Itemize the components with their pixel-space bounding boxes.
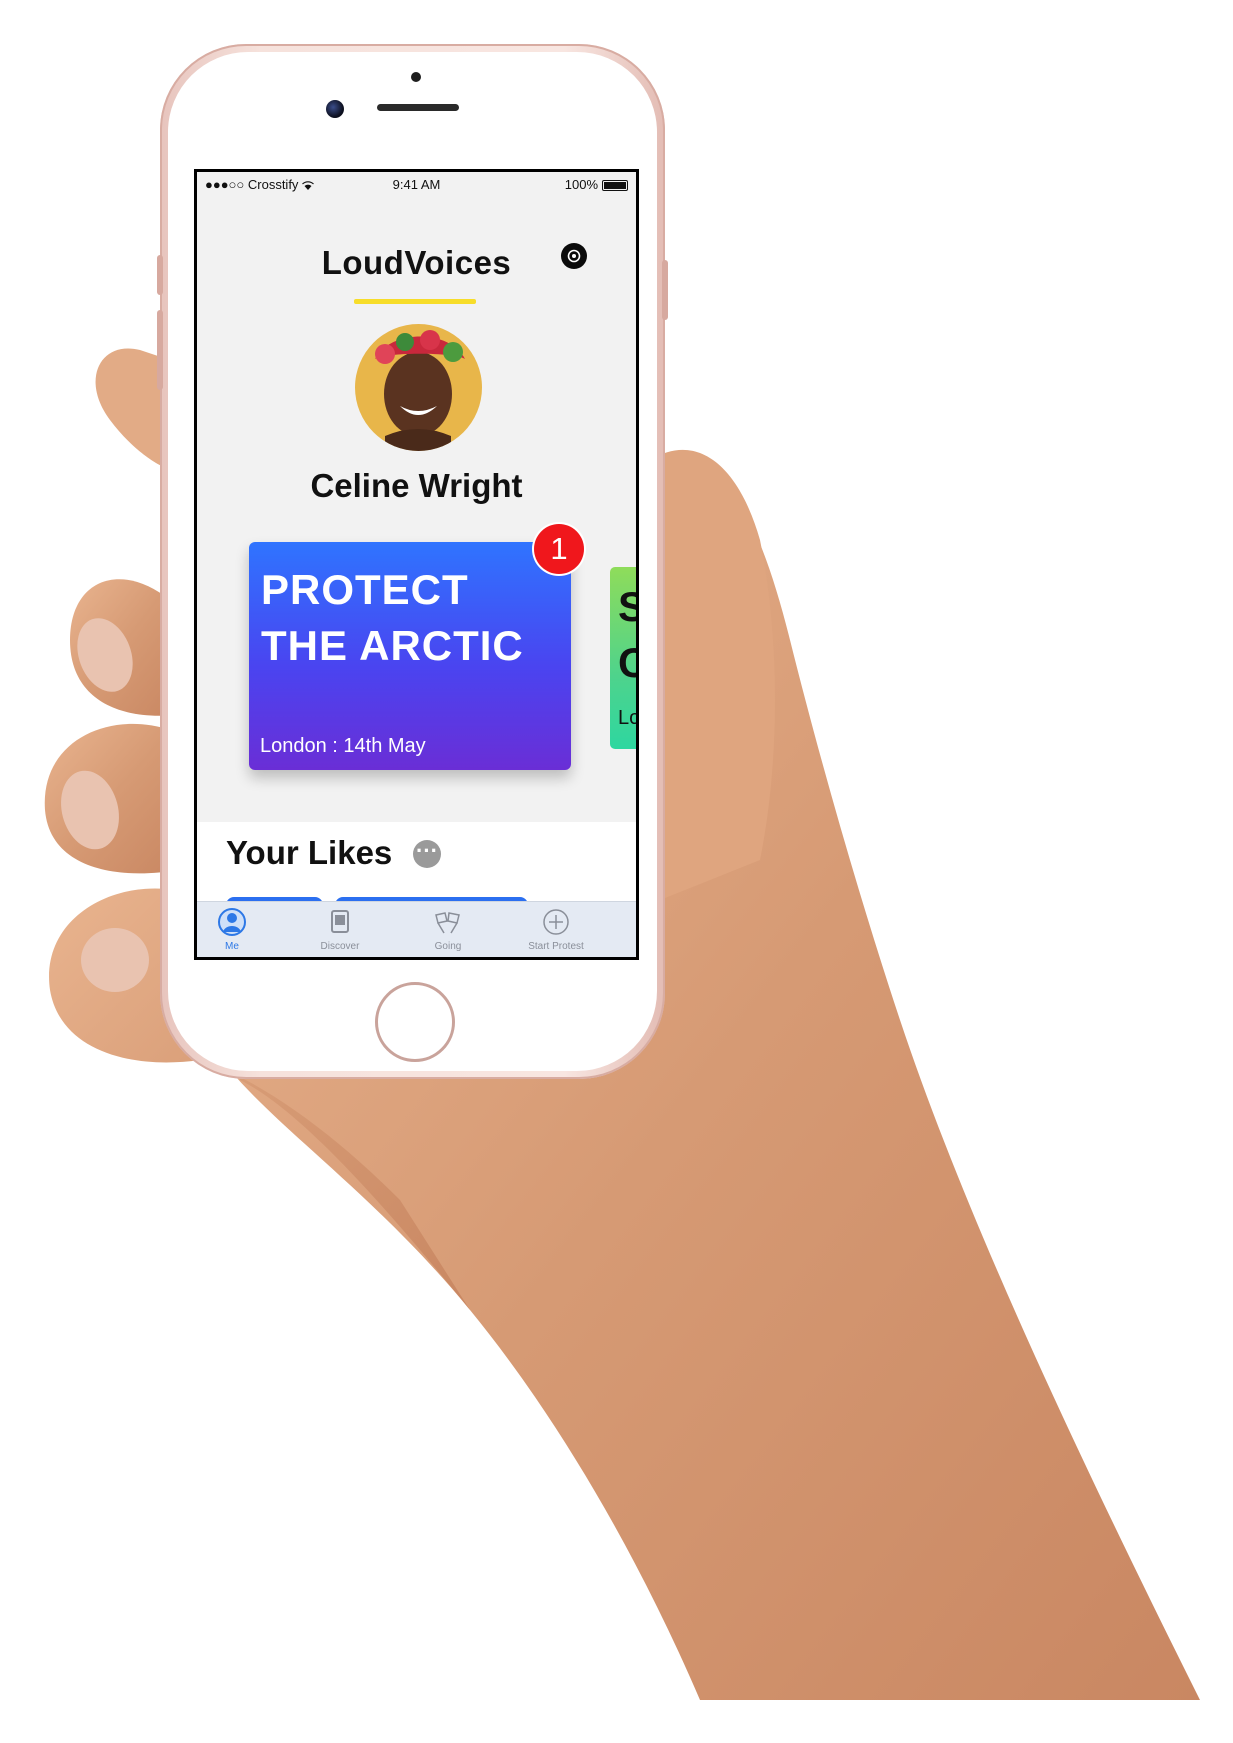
event-card-protect-the-arctic[interactable]: PROTECT THE ARCTIC London : 14th May — [249, 542, 571, 770]
title-underline — [354, 299, 476, 304]
phone-side-button — [662, 260, 668, 320]
front-camera-icon — [326, 100, 344, 118]
battery-icon — [602, 180, 628, 191]
tab-label: Me — [225, 941, 239, 952]
home-button[interactable] — [375, 982, 455, 1062]
event-location-date: London : 14th May — [260, 735, 426, 757]
app-screen: ●●●○○ Crosstify 9:41 AM 100% LoudVoices … — [194, 169, 639, 960]
tab-label: Start Protest — [528, 941, 584, 952]
phone-side-button — [157, 310, 163, 390]
tab-start-protest[interactable]: Start Protest — [501, 902, 611, 957]
person-icon — [218, 908, 246, 936]
tab-label: Going — [434, 941, 462, 952]
tab-going[interactable]: Going — [393, 902, 503, 957]
tab-bar: Me Discover Going Start Protest — [197, 901, 636, 957]
ellipsis-icon[interactable]: ··· — [413, 840, 441, 868]
tab-label: Discover — [320, 941, 360, 952]
document-icon — [331, 910, 349, 933]
gear-icon[interactable] — [561, 243, 587, 269]
tab-discover[interactable]: Discover — [285, 902, 395, 957]
plus-circle-icon — [543, 909, 569, 935]
user-name: Celine Wright — [310, 467, 523, 504]
event-title: S C — [618, 579, 636, 691]
event-card-next[interactable]: S C Lo — [610, 567, 639, 749]
event-title: PROTECT THE ARCTIC — [261, 566, 524, 669]
status-bar: ●●●○○ Crosstify 9:41 AM 100% — [197, 172, 636, 194]
tab-me[interactable]: Me — [197, 902, 287, 957]
event-location-date: Lo — [618, 707, 639, 729]
proximity-sensor — [411, 72, 421, 82]
avatar-photo — [355, 324, 482, 451]
phone-side-button — [157, 255, 163, 295]
battery-percentage: 100% — [564, 177, 598, 192]
earpiece-speaker — [377, 104, 459, 111]
flags-icon — [435, 912, 460, 934]
notification-badge: 1 — [534, 524, 584, 574]
section-title: Your Likes — [226, 834, 393, 871]
avatar[interactable] — [355, 324, 482, 451]
